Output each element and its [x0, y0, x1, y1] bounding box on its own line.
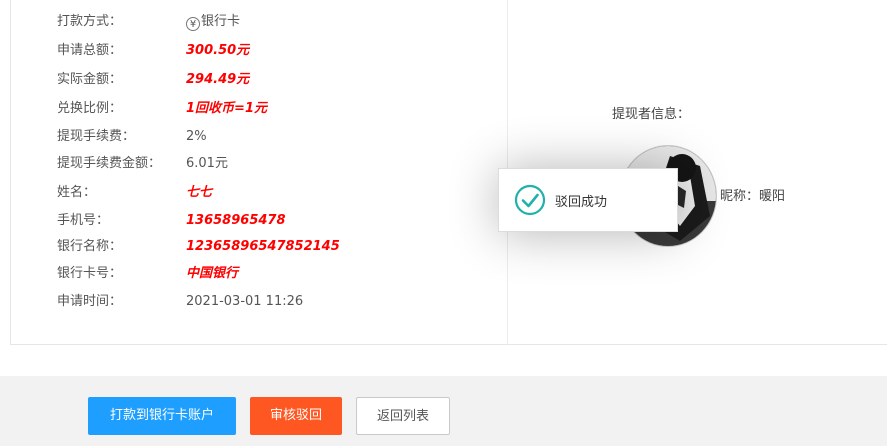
detail-label: 银行名称：	[57, 239, 123, 254]
detail-value: 中国银行	[186, 266, 239, 281]
detail-label: 申请时间：	[57, 294, 123, 309]
detail-value: 13658965478	[186, 213, 286, 228]
detail-label: 实际金额：	[57, 72, 123, 87]
payment-method-text: 银行卡	[201, 14, 241, 29]
nickname-value: 暖阳	[759, 189, 786, 204]
toast-message: 驳回成功	[555, 195, 608, 210]
detail-value: ¥ 银行卡	[186, 12, 240, 32]
detail-label: 手机号：	[57, 213, 110, 228]
detail-value: 294.49元	[186, 72, 250, 87]
detail-value: 12365896547852145	[186, 239, 340, 254]
detail-label: 兑换比例：	[57, 101, 123, 116]
detail-label: 银行卡号：	[57, 266, 123, 281]
check-circle-icon	[514, 184, 546, 216]
detail-label: 申请总额：	[57, 43, 123, 58]
detail-value: 300.50元	[186, 43, 250, 58]
back-to-list-button[interactable]: 返回列表	[356, 397, 450, 435]
detail-value: 2021-03-01 11:26	[186, 294, 304, 309]
nickname-label: 昵称：	[720, 189, 760, 204]
yen-circle-icon: ¥	[186, 17, 200, 31]
detail-value: 1回收币=1元	[186, 101, 267, 116]
withdrawer-info-title: 提现者信息：	[612, 107, 691, 122]
withdrawer-nickname: 昵称：暖阳	[720, 185, 785, 204]
detail-value: 七七	[186, 185, 213, 200]
success-toast: 驳回成功	[498, 168, 678, 232]
detail-label: 姓名：	[57, 185, 97, 200]
detail-label: 提现手续费金额：	[57, 156, 162, 171]
detail-value: 2%	[186, 129, 207, 144]
action-bar: 打款到银行卡账户 审核驳回 返回列表	[0, 376, 887, 446]
detail-label: 提现手续费：	[57, 129, 136, 144]
detail-label: 打款方式：	[57, 14, 123, 29]
transfer-to-bank-button[interactable]: 打款到银行卡账户	[88, 397, 236, 435]
reject-button[interactable]: 审核驳回	[250, 397, 342, 435]
detail-value: 6.01元	[186, 156, 228, 171]
